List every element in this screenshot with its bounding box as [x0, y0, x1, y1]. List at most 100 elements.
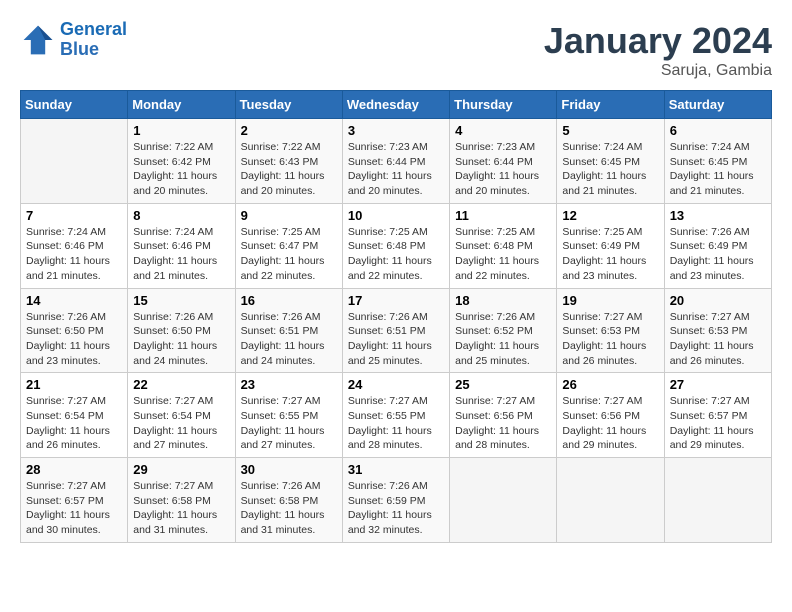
- day-number: 29: [133, 462, 229, 477]
- calendar-week-row: 7 Sunrise: 7:24 AM Sunset: 6:46 PM Daylig…: [21, 203, 772, 288]
- day-info: Sunrise: 7:26 AM Sunset: 6:51 PM Dayligh…: [348, 310, 444, 369]
- day-number: 27: [670, 377, 766, 392]
- day-info: Sunrise: 7:26 AM Sunset: 6:49 PM Dayligh…: [670, 225, 766, 284]
- day-number: 14: [26, 293, 122, 308]
- calendar-cell: 22 Sunrise: 7:27 AM Sunset: 6:54 PM Dayli…: [128, 373, 235, 458]
- calendar-cell: 8Sunrise: 7:24 AM Sunset: 6:46 PM Daylig…: [128, 203, 235, 288]
- logo-icon: [20, 22, 56, 58]
- day-info: Sunrise: 7:27 AM Sunset: 6:54 PM Dayligh…: [26, 394, 122, 453]
- day-info: Sunrise: 7:24 AM Sunset: 6:46 PM Dayligh…: [26, 225, 122, 284]
- day-number: 19: [562, 293, 658, 308]
- day-number: 6: [670, 123, 766, 138]
- weekday-header-row: SundayMondayTuesdayWednesdayThursdayFrid…: [21, 91, 772, 119]
- calendar-cell: 2 Sunrise: 7:22 AM Sunset: 6:43 PM Daylig…: [235, 119, 342, 204]
- weekday-header-saturday: Saturday: [664, 91, 771, 119]
- calendar-cell: 27 Sunrise: 7:27 AM Sunset: 6:57 PM Dayli…: [664, 373, 771, 458]
- day-info: Sunrise: 7:22 AM Sunset: 6:42 PM Dayligh…: [133, 140, 229, 199]
- calendar-cell: 6 Sunrise: 7:24 AM Sunset: 6:45 PM Daylig…: [664, 119, 771, 204]
- day-info: Sunrise: 7:26 AM Sunset: 6:59 PM Dayligh…: [348, 479, 444, 538]
- calendar-cell: [557, 458, 664, 543]
- calendar-cell: 25Sunrise: 7:27 AM Sunset: 6:56 PM Dayli…: [450, 373, 557, 458]
- calendar-cell: 30Sunrise: 7:26 AM Sunset: 6:58 PM Dayli…: [235, 458, 342, 543]
- day-number: 13: [670, 208, 766, 223]
- weekday-header-thursday: Thursday: [450, 91, 557, 119]
- calendar-cell: [664, 458, 771, 543]
- day-number: 16: [241, 293, 337, 308]
- calendar-cell: 20Sunrise: 7:27 AM Sunset: 6:53 PM Dayli…: [664, 288, 771, 373]
- day-number: 10: [348, 208, 444, 223]
- day-info: Sunrise: 7:27 AM Sunset: 6:58 PM Dayligh…: [133, 479, 229, 538]
- day-number: 25: [455, 377, 551, 392]
- calendar-cell: 26Sunrise: 7:27 AM Sunset: 6:56 PM Dayli…: [557, 373, 664, 458]
- calendar-week-row: 1 Sunrise: 7:22 AM Sunset: 6:42 PM Daylig…: [21, 119, 772, 204]
- day-number: 15: [133, 293, 229, 308]
- logo: General Blue: [20, 20, 127, 60]
- logo-text: General Blue: [60, 20, 127, 60]
- day-info: Sunrise: 7:26 AM Sunset: 6:50 PM Dayligh…: [26, 310, 122, 369]
- calendar-cell: 9Sunrise: 7:25 AM Sunset: 6:47 PM Daylig…: [235, 203, 342, 288]
- calendar-cell: 21 Sunrise: 7:27 AM Sunset: 6:54 PM Dayli…: [21, 373, 128, 458]
- day-number: 31: [348, 462, 444, 477]
- calendar-cell: 24 Sunrise: 7:27 AM Sunset: 6:55 PM Dayli…: [342, 373, 449, 458]
- calendar-cell: 15 Sunrise: 7:26 AM Sunset: 6:50 PM Dayli…: [128, 288, 235, 373]
- calendar-cell: [450, 458, 557, 543]
- calendar-cell: 1 Sunrise: 7:22 AM Sunset: 6:42 PM Daylig…: [128, 119, 235, 204]
- day-number: 23: [241, 377, 337, 392]
- day-number: 28: [26, 462, 122, 477]
- calendar-cell: 11 Sunrise: 7:25 AM Sunset: 6:48 PM Dayli…: [450, 203, 557, 288]
- calendar-week-row: 14 Sunrise: 7:26 AM Sunset: 6:50 PM Dayli…: [21, 288, 772, 373]
- calendar-cell: 17 Sunrise: 7:26 AM Sunset: 6:51 PM Dayli…: [342, 288, 449, 373]
- day-info: Sunrise: 7:23 AM Sunset: 6:44 PM Dayligh…: [455, 140, 551, 199]
- title-block: January 2024 Saruja, Gambia: [544, 20, 772, 80]
- weekday-header-wednesday: Wednesday: [342, 91, 449, 119]
- day-info: Sunrise: 7:25 AM Sunset: 6:48 PM Dayligh…: [348, 225, 444, 284]
- day-number: 5: [562, 123, 658, 138]
- day-info: Sunrise: 7:27 AM Sunset: 6:55 PM Dayligh…: [241, 394, 337, 453]
- calendar-cell: 13 Sunrise: 7:26 AM Sunset: 6:49 PM Dayli…: [664, 203, 771, 288]
- calendar-cell: 23 Sunrise: 7:27 AM Sunset: 6:55 PM Dayli…: [235, 373, 342, 458]
- day-info: Sunrise: 7:23 AM Sunset: 6:44 PM Dayligh…: [348, 140, 444, 199]
- day-number: 12: [562, 208, 658, 223]
- calendar-cell: 7 Sunrise: 7:24 AM Sunset: 6:46 PM Daylig…: [21, 203, 128, 288]
- calendar-cell: 3Sunrise: 7:23 AM Sunset: 6:44 PM Daylig…: [342, 119, 449, 204]
- calendar-cell: 12 Sunrise: 7:25 AM Sunset: 6:49 PM Dayli…: [557, 203, 664, 288]
- day-info: Sunrise: 7:24 AM Sunset: 6:45 PM Dayligh…: [670, 140, 766, 199]
- calendar-cell: 29 Sunrise: 7:27 AM Sunset: 6:58 PM Dayli…: [128, 458, 235, 543]
- day-number: 4: [455, 123, 551, 138]
- calendar-week-row: 21 Sunrise: 7:27 AM Sunset: 6:54 PM Dayli…: [21, 373, 772, 458]
- day-info: Sunrise: 7:26 AM Sunset: 6:50 PM Dayligh…: [133, 310, 229, 369]
- weekday-header-monday: Monday: [128, 91, 235, 119]
- calendar-cell: 31 Sunrise: 7:26 AM Sunset: 6:59 PM Dayli…: [342, 458, 449, 543]
- day-info: Sunrise: 7:27 AM Sunset: 6:53 PM Dayligh…: [670, 310, 766, 369]
- weekday-header-friday: Friday: [557, 91, 664, 119]
- day-number: 1: [133, 123, 229, 138]
- day-info: Sunrise: 7:25 AM Sunset: 6:48 PM Dayligh…: [455, 225, 551, 284]
- day-info: Sunrise: 7:27 AM Sunset: 6:57 PM Dayligh…: [26, 479, 122, 538]
- weekday-header-tuesday: Tuesday: [235, 91, 342, 119]
- day-info: Sunrise: 7:26 AM Sunset: 6:51 PM Dayligh…: [241, 310, 337, 369]
- day-number: 8: [133, 208, 229, 223]
- day-info: Sunrise: 7:27 AM Sunset: 6:57 PM Dayligh…: [670, 394, 766, 453]
- calendar-cell: 5Sunrise: 7:24 AM Sunset: 6:45 PM Daylig…: [557, 119, 664, 204]
- day-info: Sunrise: 7:27 AM Sunset: 6:54 PM Dayligh…: [133, 394, 229, 453]
- day-info: Sunrise: 7:27 AM Sunset: 6:55 PM Dayligh…: [348, 394, 444, 453]
- day-number: 2: [241, 123, 337, 138]
- day-info: Sunrise: 7:26 AM Sunset: 6:58 PM Dayligh…: [241, 479, 337, 538]
- day-info: Sunrise: 7:26 AM Sunset: 6:52 PM Dayligh…: [455, 310, 551, 369]
- day-info: Sunrise: 7:27 AM Sunset: 6:56 PM Dayligh…: [562, 394, 658, 453]
- day-number: 17: [348, 293, 444, 308]
- day-number: 22: [133, 377, 229, 392]
- page-header: General Blue January 2024 Saruja, Gambia: [20, 20, 772, 80]
- day-info: Sunrise: 7:22 AM Sunset: 6:43 PM Dayligh…: [241, 140, 337, 199]
- day-info: Sunrise: 7:25 AM Sunset: 6:49 PM Dayligh…: [562, 225, 658, 284]
- calendar-cell: 18 Sunrise: 7:26 AM Sunset: 6:52 PM Dayli…: [450, 288, 557, 373]
- day-number: 21: [26, 377, 122, 392]
- day-number: 24: [348, 377, 444, 392]
- calendar-subtitle: Saruja, Gambia: [544, 62, 772, 80]
- day-info: Sunrise: 7:25 AM Sunset: 6:47 PM Dayligh…: [241, 225, 337, 284]
- day-info: Sunrise: 7:27 AM Sunset: 6:53 PM Dayligh…: [562, 310, 658, 369]
- calendar-cell: 14 Sunrise: 7:26 AM Sunset: 6:50 PM Dayli…: [21, 288, 128, 373]
- day-number: 18: [455, 293, 551, 308]
- day-number: 7: [26, 208, 122, 223]
- day-number: 11: [455, 208, 551, 223]
